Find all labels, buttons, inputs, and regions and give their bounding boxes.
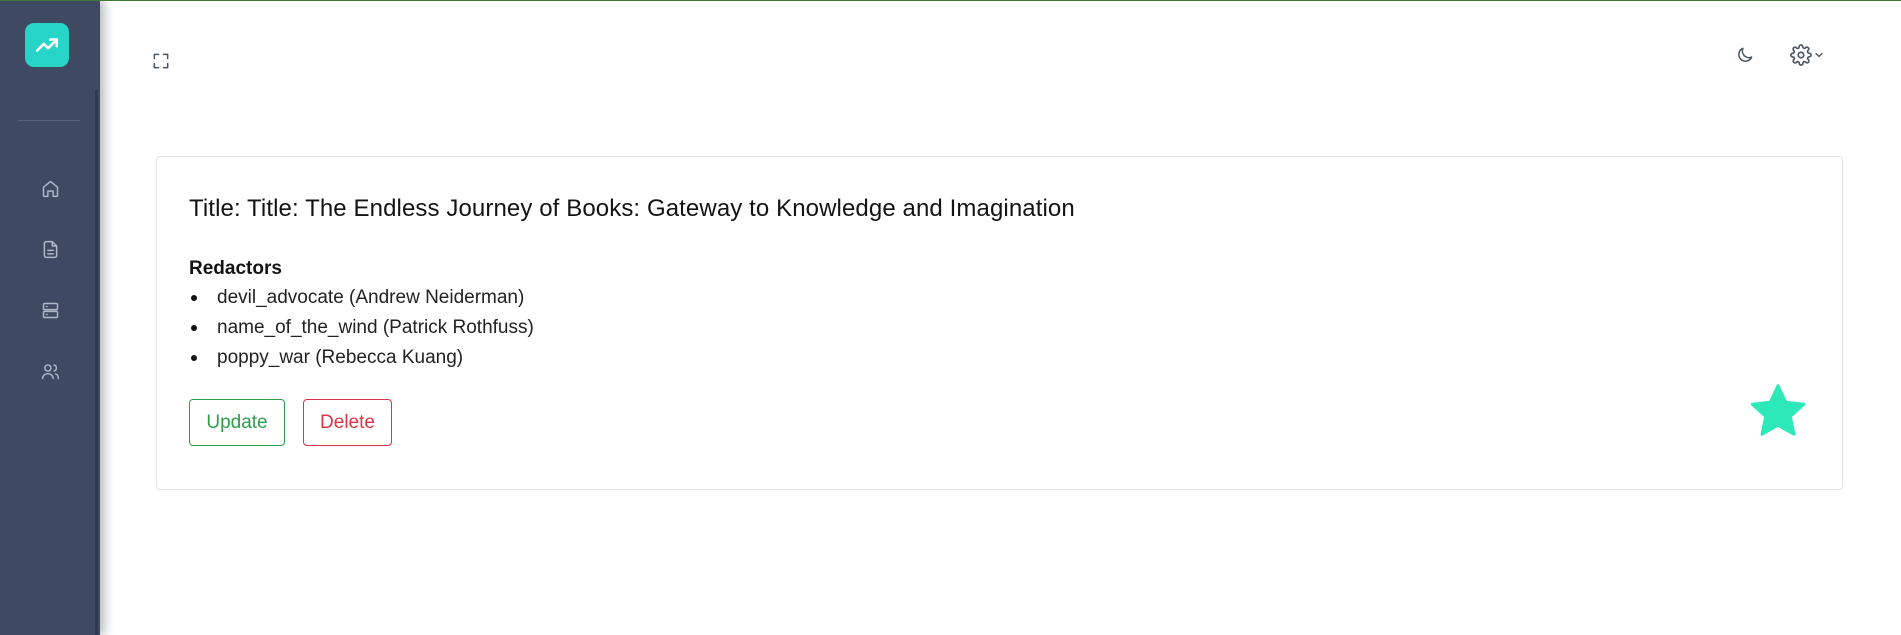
book-card: Title: Title: The Endless Journey of Boo…	[156, 156, 1843, 490]
fullscreen-icon	[153, 53, 169, 69]
sidebar	[0, 0, 100, 635]
delete-button[interactable]: Delete	[303, 399, 392, 446]
redactor-item: devil_advocate (Andrew Neiderman)	[189, 283, 534, 313]
app-logo[interactable]	[25, 23, 69, 67]
sidebar-item-documents[interactable]	[30, 229, 70, 269]
redactor-item: name_of_the_wind (Patrick Rothfuss)	[189, 313, 534, 343]
document-icon	[43, 240, 57, 258]
sidebar-divider	[18, 120, 80, 121]
redactor-list: devil_advocate (Andrew Neiderman) name_o…	[189, 283, 534, 373]
redactors-heading: Redactors	[189, 258, 282, 279]
users-icon	[41, 363, 59, 379]
sidebar-item-users[interactable]	[30, 351, 70, 391]
book-title: Title: Title: The Endless Journey of Boo…	[189, 195, 1075, 222]
sidebar-item-servers[interactable]	[30, 290, 70, 330]
theme-toggle-button[interactable]	[1733, 43, 1757, 67]
server-icon	[42, 302, 58, 318]
moon-icon	[1738, 47, 1753, 62]
fullscreen-button[interactable]	[150, 50, 172, 72]
gear-icon	[1789, 44, 1812, 66]
redactor-item: poppy_war (Rebecca Kuang)	[189, 343, 534, 373]
sidebar-item-home[interactable]	[30, 168, 70, 208]
star-icon[interactable]	[1747, 382, 1809, 442]
settings-menu-button[interactable]	[1787, 43, 1827, 67]
top-border	[0, 0, 1901, 1]
trending-up-icon	[35, 38, 59, 52]
chevron-down-icon	[1814, 52, 1823, 58]
update-button[interactable]: Update	[189, 399, 285, 446]
home-icon	[42, 180, 58, 197]
sidebar-scrollbar[interactable]	[95, 90, 98, 635]
